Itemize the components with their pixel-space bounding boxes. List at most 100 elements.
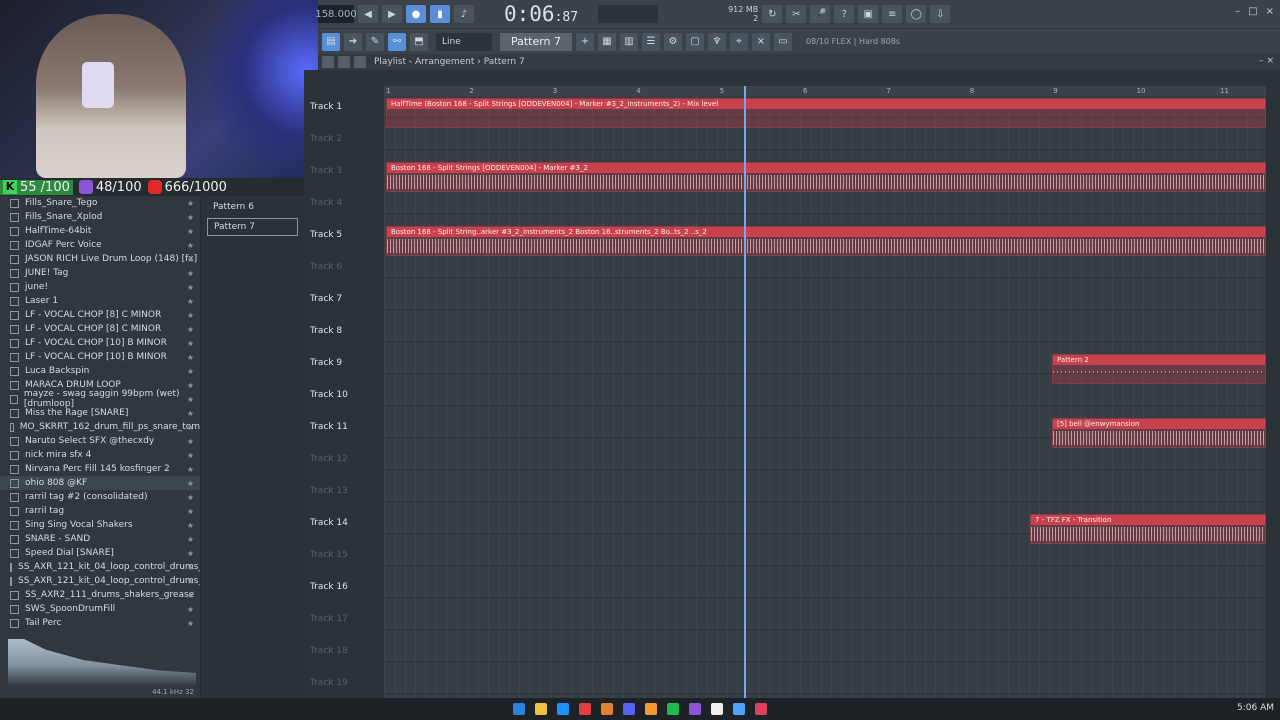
star-icon[interactable]: ★ bbox=[187, 507, 194, 516]
track-label[interactable]: Track 13 bbox=[310, 482, 382, 514]
browser-item[interactable]: nick mira sfx 4 ★ bbox=[0, 448, 200, 462]
clip-track-3[interactable]: Boston 168 - Split Strings [ODDEVEN004] … bbox=[386, 162, 1266, 192]
playhead[interactable] bbox=[744, 86, 746, 698]
track-label[interactable]: Track 8 bbox=[310, 322, 382, 354]
star-icon[interactable]: ★ bbox=[187, 283, 194, 292]
track-label[interactable]: Track 17 bbox=[310, 610, 382, 642]
track-label[interactable]: Track 10 bbox=[310, 386, 382, 418]
track-label[interactable]: Track 18 bbox=[310, 642, 382, 674]
speaker-icon[interactable] bbox=[354, 56, 366, 68]
folder-icon[interactable] bbox=[535, 703, 547, 715]
track-label[interactable]: Track 14 bbox=[310, 514, 382, 546]
fl-icon[interactable] bbox=[645, 703, 657, 715]
browser-item[interactable]: Nirvana Perc Fill 145 kosfinger 2 ★ bbox=[0, 462, 200, 476]
track-label[interactable]: Track 2 bbox=[310, 130, 382, 162]
star-icon[interactable]: ★ bbox=[187, 591, 194, 600]
browser-item[interactable]: june! ★ bbox=[0, 280, 200, 294]
track-label[interactable]: Track 4 bbox=[310, 194, 382, 226]
chat-icon[interactable]: ◯ bbox=[906, 5, 927, 23]
firefox-icon[interactable] bbox=[601, 703, 613, 715]
zoom-icon[interactable] bbox=[338, 56, 350, 68]
piano-roll-icon[interactable]: ▥ bbox=[620, 32, 638, 51]
star-icon[interactable]: ★ bbox=[187, 423, 194, 432]
browser-item[interactable]: SS_AXR_121_kit_04_loop_control_drums_top… bbox=[0, 574, 218, 588]
star-icon[interactable]: ★ bbox=[187, 409, 194, 418]
clip-track-14[interactable]: 7 - TFZ FX - Transition bbox=[1030, 514, 1266, 544]
star-icon[interactable]: ★ bbox=[187, 241, 194, 250]
link-icon[interactable]: ⚯ bbox=[388, 32, 406, 51]
save-icon[interactable]: ▣ bbox=[858, 5, 879, 23]
browser-item[interactable]: Luca Backspin ★ bbox=[0, 364, 200, 378]
star-icon[interactable]: ★ bbox=[187, 465, 194, 474]
browser-item[interactable]: mayze - swag saggin 99bpm (wet) [drumloo… bbox=[0, 389, 200, 409]
pencil-icon[interactable]: ✎ bbox=[366, 32, 384, 51]
star-icon[interactable]: ★ bbox=[187, 255, 194, 264]
clip-track-1[interactable]: HalfTime (Boston 168 - Split Strings [OD… bbox=[386, 98, 1266, 128]
tempo-display[interactable]: 158.000 bbox=[315, 5, 357, 23]
star-icon[interactable]: ★ bbox=[187, 395, 194, 404]
clip-track-5[interactable]: Boston 168 - Split String..arker #3_2_in… bbox=[386, 226, 1266, 256]
playlist-win-controls[interactable]: – × bbox=[1259, 56, 1274, 66]
star-icon[interactable]: ★ bbox=[187, 297, 194, 306]
maximize-icon[interactable]: □ bbox=[1248, 6, 1257, 17]
browser-item[interactable]: Laser 1 ★ bbox=[0, 294, 200, 308]
pattern-item[interactable]: Pattern 6 bbox=[207, 198, 298, 216]
browser-item[interactable]: Naruto Select SFX @thecxdy ★ bbox=[0, 434, 200, 448]
stamp-icon[interactable]: ⬒ bbox=[410, 32, 428, 51]
steam-icon[interactable] bbox=[733, 703, 745, 715]
pattern-mode-button[interactable]: ◀ bbox=[358, 5, 378, 23]
browser-item[interactable]: ohio 808 @KF ★ bbox=[0, 476, 200, 490]
help-icon[interactable]: ? bbox=[834, 5, 855, 23]
browser-item[interactable]: Speed Dial [SNARE] ★ bbox=[0, 546, 200, 560]
timeline-ruler[interactable]: 1 2 3 4 5 6 7 8 9 10 11 bbox=[384, 86, 1266, 96]
step-mode-button[interactable]: ▮ bbox=[430, 5, 450, 23]
browser-item[interactable]: IDGAF Perc Voice ★ bbox=[0, 238, 200, 252]
track-label[interactable]: Track 12 bbox=[310, 450, 382, 482]
star-icon[interactable]: ★ bbox=[187, 535, 194, 544]
star-icon[interactable]: ★ bbox=[187, 451, 194, 460]
discord-icon[interactable] bbox=[623, 703, 635, 715]
star-icon[interactable]: ★ bbox=[187, 213, 194, 222]
track-label[interactable]: Track 15 bbox=[310, 546, 382, 578]
star-icon[interactable]: ★ bbox=[187, 605, 194, 614]
track-label[interactable]: Track 3 bbox=[310, 162, 382, 194]
chrome-icon[interactable] bbox=[579, 703, 591, 715]
metronome-button[interactable]: ♪ bbox=[454, 5, 474, 23]
arrow-icon[interactable]: ➔ bbox=[344, 32, 362, 51]
edge-icon[interactable] bbox=[557, 703, 569, 715]
browser-item[interactable]: Sing Sing Vocal Shakers ★ bbox=[0, 518, 200, 532]
select-icon[interactable]: ▭ bbox=[774, 32, 792, 51]
browser-item[interactable]: Tail Perc ★ bbox=[0, 616, 200, 630]
browser-item[interactable]: LF - VOCAL CHOP [8] C MINOR ★ bbox=[0, 308, 200, 322]
track-label[interactable]: Track 7 bbox=[310, 290, 382, 322]
browser-item[interactable]: rarril tag #2 (consolidated) ★ bbox=[0, 490, 200, 504]
browser-item[interactable]: SNARE - SAND ★ bbox=[0, 532, 200, 546]
record-mode-button[interactable]: ● bbox=[406, 5, 426, 23]
pick-icon[interactable]: ⌖ bbox=[730, 32, 748, 51]
star-icon[interactable]: ★ bbox=[187, 269, 194, 278]
download-icon[interactable]: ⇩ bbox=[930, 5, 951, 23]
obs-icon[interactable] bbox=[711, 703, 723, 715]
browser-item[interactable]: JUNE! Tag ★ bbox=[0, 266, 200, 280]
browser-item[interactable]: HalfTime-64bit ★ bbox=[0, 224, 200, 238]
mixer-view-icon[interactable]: ▦ bbox=[598, 32, 616, 51]
start-icon[interactable] bbox=[513, 703, 525, 715]
star-icon[interactable]: ★ bbox=[187, 493, 194, 502]
star-icon[interactable]: ★ bbox=[187, 479, 194, 488]
pattern-item-selected[interactable]: Pattern 7 bbox=[207, 218, 298, 236]
star-icon[interactable]: ★ bbox=[187, 367, 194, 376]
brush-icon[interactable]: ♆ bbox=[708, 32, 726, 51]
plus-icon[interactable]: + bbox=[576, 32, 594, 51]
browser-item[interactable]: JASON RICH Live Drum Loop (148) [fx] ★ bbox=[0, 252, 200, 266]
clip-track-9[interactable]: Pattern 2 bbox=[1052, 354, 1266, 384]
browser-item[interactable]: SWS_SpoonDrumFill ★ bbox=[0, 602, 200, 616]
browser-item[interactable]: SS_AXR2_111_drums_shakers_grease ★ bbox=[0, 588, 200, 602]
browser-item[interactable]: Miss the Rage [SNARE] ★ bbox=[0, 406, 200, 420]
track-label[interactable]: Track 9 bbox=[310, 354, 382, 386]
browser-item[interactable]: LF - VOCAL CHOP [10] B MINOR ★ bbox=[0, 336, 200, 350]
track-label[interactable]: Track 11 bbox=[310, 418, 382, 450]
view-icon[interactable]: ▤ bbox=[322, 32, 340, 51]
star-icon[interactable]: ★ bbox=[187, 577, 194, 586]
track-label[interactable]: Track 1 bbox=[310, 98, 382, 130]
refresh-icon[interactable]: ↻ bbox=[762, 5, 783, 23]
